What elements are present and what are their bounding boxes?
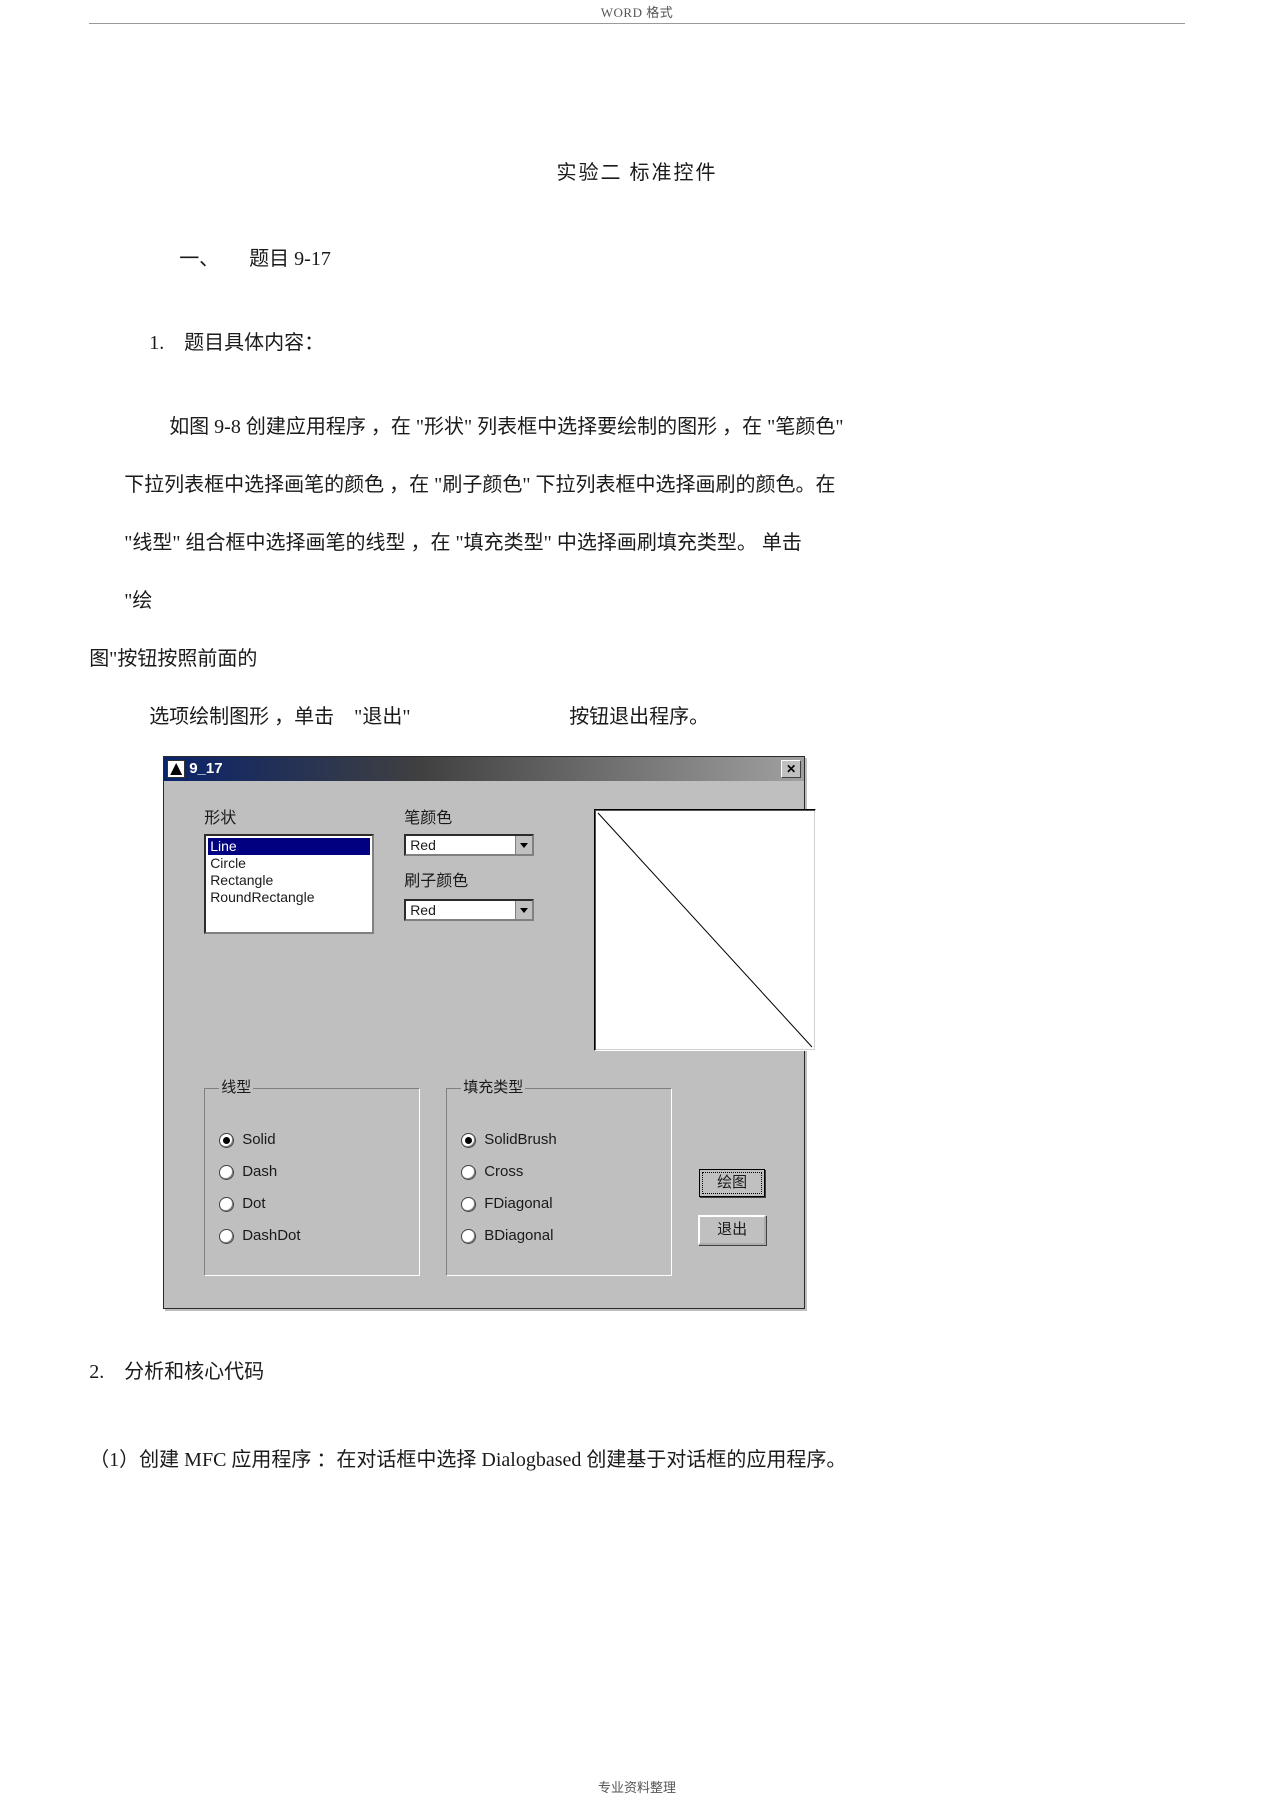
- radio-label: Cross: [484, 1163, 523, 1181]
- pen-color-label: 笔颜色: [404, 809, 574, 828]
- radio-dash[interactable]: Dash: [219, 1163, 409, 1181]
- app-icon: [167, 760, 185, 778]
- list-item[interactable]: Circle: [208, 855, 370, 872]
- paragraph-line: 如图 9-8 创建应用程序 ，在 "形状" 列表框中选择要绘制的图形 ，在 "笔…: [89, 398, 1185, 456]
- experiment-title: 实验二 标准控件: [89, 144, 1185, 202]
- pen-color-combo[interactable]: Red: [404, 834, 534, 856]
- page-header: WORD 格式: [89, 0, 1185, 24]
- radio-icon: [219, 1165, 234, 1180]
- radio-icon: [461, 1165, 476, 1180]
- shape-label: 形状: [204, 809, 384, 828]
- close-button[interactable]: ✕: [781, 760, 801, 778]
- radio-label: DashDot: [242, 1227, 300, 1245]
- radio-cross[interactable]: Cross: [461, 1163, 661, 1181]
- section-one-heading: 一、 题目 9-17: [89, 230, 1185, 288]
- drawing-canvas: [594, 809, 816, 1051]
- shape-listbox[interactable]: Line Circle Rectangle RoundRectangle: [204, 834, 374, 934]
- chevron-down-icon[interactable]: [515, 836, 532, 854]
- radio-fdiagonal[interactable]: FDiagonal: [461, 1195, 661, 1213]
- paragraph-line: 图"按钮按照前面的: [89, 630, 1185, 688]
- list-item[interactable]: RoundRectangle: [208, 889, 370, 906]
- step-1: （1）创建 MFC 应用程序 ：在对话框中选择 Dialogbased 创建基于…: [89, 1431, 1185, 1489]
- title-bar[interactable]: 9_17 ✕: [164, 757, 804, 781]
- radio-dot[interactable]: Dot: [219, 1195, 409, 1213]
- dialog-window: 9_17 ✕ 形状 笔颜色 Line: [163, 756, 805, 1309]
- paragraph-line: "线型" 组合框中选择画笔的线型 ，在 "填充类型" 中选择画刷填充类型。 单击: [89, 514, 1185, 572]
- brush-color-label: 刷子颜色: [404, 872, 574, 891]
- radio-icon: [219, 1133, 234, 1148]
- page-footer: 专业资料整理: [0, 1777, 1274, 1796]
- draw-button[interactable]: 绘图: [699, 1169, 765, 1197]
- fill-type-group: 填充类型 SolidBrush Cross FDiagonal: [446, 1079, 672, 1276]
- radio-bdiagonal[interactable]: BDiagonal: [461, 1227, 661, 1245]
- brush-color-combo[interactable]: Red: [404, 899, 534, 921]
- combo-value: Red: [410, 902, 436, 919]
- radio-icon: [461, 1133, 476, 1148]
- radio-solid[interactable]: Solid: [219, 1131, 409, 1149]
- line-style-group: 线型 Solid Dash Dot: [204, 1079, 420, 1276]
- paragraph-line: 选项绘制图形 ，单击 "退出": [149, 688, 569, 746]
- radio-icon: [219, 1229, 234, 1244]
- radio-label: FDiagonal: [484, 1195, 552, 1213]
- item1-label: 1. 题目具体内容：: [89, 314, 1185, 372]
- radio-dashdot[interactable]: DashDot: [219, 1227, 409, 1245]
- list-item[interactable]: Line: [208, 838, 370, 855]
- radio-label: Dot: [242, 1195, 265, 1213]
- close-icon: ✕: [786, 762, 796, 776]
- radio-icon: [219, 1197, 234, 1212]
- chevron-down-icon[interactable]: [515, 901, 532, 919]
- radio-icon: [461, 1229, 476, 1244]
- radio-solidbrush[interactable]: SolidBrush: [461, 1131, 661, 1149]
- exit-button[interactable]: 退出: [698, 1215, 766, 1245]
- radio-label: Dash: [242, 1163, 277, 1181]
- dialog-title: 9_17: [189, 760, 222, 778]
- item2-label: 2. 分析和核心代码: [89, 1343, 1185, 1401]
- list-item[interactable]: Rectangle: [208, 872, 370, 889]
- radio-label: BDiagonal: [484, 1227, 553, 1245]
- radio-label: SolidBrush: [484, 1131, 557, 1149]
- fill-type-legend: 填充类型: [461, 1079, 525, 1097]
- paragraph-line: 下拉列表框中选择画笔的颜色 ，在 "刷子颜色" 下拉列表框中选择画刷的颜色。在: [89, 456, 1185, 514]
- paragraph-line: "绘: [89, 572, 1185, 630]
- radio-label: Solid: [242, 1131, 275, 1149]
- line-style-legend: 线型: [219, 1079, 253, 1097]
- combo-value: Red: [410, 837, 436, 854]
- paragraph-line: 按钮退出程序。: [569, 688, 709, 746]
- radio-icon: [461, 1197, 476, 1212]
